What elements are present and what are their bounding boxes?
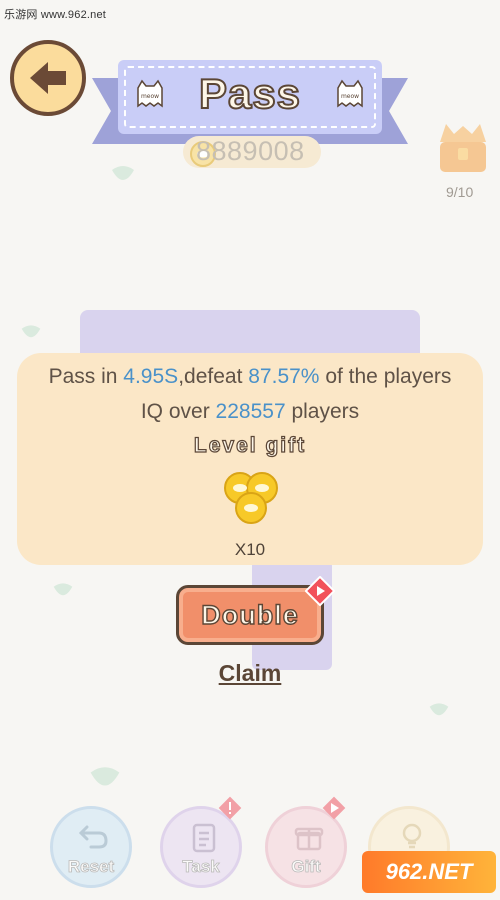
treasure-chest-icon[interactable]	[432, 118, 494, 180]
title-banner: meow Pass meow	[118, 60, 382, 134]
level-gift-title: Level gift	[193, 433, 307, 457]
double-button-label: Double	[201, 599, 299, 630]
iq-player-count: 228557	[215, 400, 286, 423]
result-text: players	[285, 400, 360, 423]
leaf-decoration	[112, 166, 134, 180]
video-ad-icon	[322, 796, 346, 820]
alert-badge-icon	[218, 796, 242, 820]
result-line-iq: IQ over 228557 players	[0, 400, 500, 424]
site-watermark-top: 乐游网 www.962.net	[4, 9, 107, 21]
reset-label: Reset	[67, 857, 115, 877]
reset-button[interactable]: Reset	[50, 806, 132, 888]
leaf-decoration	[53, 583, 73, 596]
leaf-decoration	[90, 767, 120, 786]
completion-time: 4.95S	[123, 365, 179, 388]
leaf-decoration	[21, 325, 41, 338]
site-watermark-logo: 962.NET	[362, 851, 496, 893]
cat-ghost-icon: meow	[337, 79, 363, 108]
lightbulb-icon	[402, 823, 422, 849]
double-reward-button[interactable]: Double	[176, 585, 324, 645]
gift-quantity: X10	[234, 540, 266, 559]
coin-count: 8889008	[196, 136, 305, 166]
defeat-percent: 87.57%	[248, 365, 320, 388]
result-line-time: Pass in 4.95S,defeat 87.57% of the playe…	[0, 365, 500, 389]
gift-label: Gift	[291, 857, 321, 877]
claim-button[interactable]: Claim	[0, 660, 500, 687]
task-label: Task	[182, 857, 220, 877]
svg-text:meow: meow	[341, 93, 359, 100]
result-text: ,defeat	[178, 365, 249, 388]
back-arrow-icon	[30, 62, 66, 94]
leaf-decoration	[429, 703, 449, 716]
video-ad-icon	[305, 576, 335, 606]
undo-icon	[79, 825, 108, 849]
fish-coins-icon	[224, 472, 278, 524]
result-text: IQ over	[140, 400, 216, 423]
result-text: Pass in	[48, 365, 124, 388]
gift-box-icon	[294, 827, 324, 851]
clipboard-icon	[192, 823, 216, 853]
result-text: of the players	[319, 365, 452, 388]
back-button[interactable]	[10, 40, 86, 116]
chest-progress: 9/10	[446, 184, 474, 200]
